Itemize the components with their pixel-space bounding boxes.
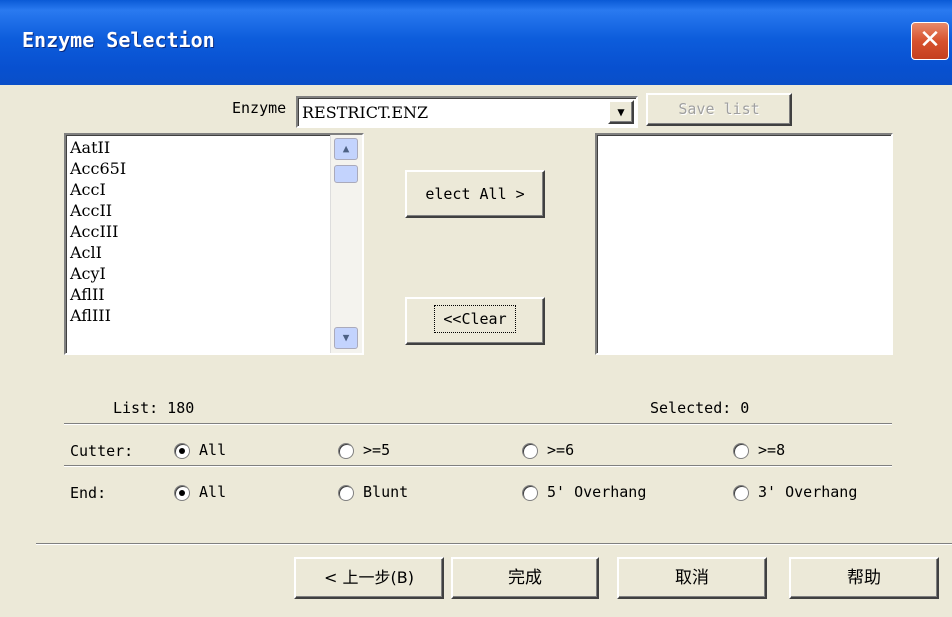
option-label: >=8 bbox=[758, 441, 786, 459]
enzyme-combobox[interactable]: RESTRICT.ENZ ▼ bbox=[296, 96, 638, 128]
save-list-button[interactable]: Save list bbox=[646, 93, 792, 126]
enzyme-items: AatII Acc65I AccI AccII AccIII AclI AcyI AflII A… bbox=[66, 137, 328, 326]
option-label: 3' Overhang bbox=[758, 483, 858, 501]
list-scrollbar[interactable]: ▲ ▼ bbox=[330, 135, 362, 353]
option-label: All bbox=[199, 483, 227, 501]
select-all-button[interactable]: elect All > bbox=[405, 170, 545, 218]
cancel-button[interactable]: 取消 bbox=[617, 557, 767, 599]
list-item[interactable]: AatII bbox=[66, 137, 328, 158]
option-label: >=6 bbox=[547, 441, 575, 459]
close-icon[interactable]: ✕ bbox=[911, 22, 949, 60]
scroll-up-icon[interactable]: ▲ bbox=[334, 138, 358, 160]
radio-button[interactable] bbox=[522, 442, 538, 459]
end-option-all[interactable]: All bbox=[174, 483, 226, 501]
cutter-option-6[interactable]: >=6 bbox=[522, 441, 574, 459]
selected-enzyme-list[interactable] bbox=[595, 133, 893, 355]
list-item[interactable]: AccI bbox=[66, 179, 328, 200]
cutter-option-all[interactable]: All bbox=[174, 441, 226, 459]
end-option-blunt[interactable]: Blunt bbox=[338, 483, 408, 501]
list-item[interactable]: AflIII bbox=[66, 305, 328, 326]
radio-button[interactable] bbox=[733, 442, 749, 459]
list-item[interactable]: AccIII bbox=[66, 221, 328, 242]
radio-button[interactable] bbox=[174, 442, 190, 459]
separator bbox=[64, 423, 892, 425]
list-count: List: 180 bbox=[113, 399, 195, 417]
list-item[interactable]: AclI bbox=[66, 242, 328, 263]
list-item[interactable]: Acc65I bbox=[66, 158, 328, 179]
list-item[interactable]: AcyI bbox=[66, 263, 328, 284]
option-label: 5' Overhang bbox=[547, 483, 647, 501]
cutter-label: Cutter: bbox=[70, 442, 134, 460]
radio-button[interactable] bbox=[174, 484, 190, 501]
list-item[interactable]: AccII bbox=[66, 200, 328, 221]
clear-button[interactable]: <<Clear bbox=[405, 297, 545, 345]
end-option-5-overhang[interactable]: 5' Overhang bbox=[522, 483, 646, 501]
option-label: >=5 bbox=[363, 441, 391, 459]
option-label: All bbox=[199, 441, 227, 459]
option-label: Blunt bbox=[363, 483, 409, 501]
finish-button[interactable]: 完成 bbox=[451, 557, 599, 599]
end-label: End: bbox=[70, 484, 107, 502]
cutter-option-5[interactable]: >=5 bbox=[338, 441, 390, 459]
radio-button[interactable] bbox=[733, 484, 749, 501]
scroll-thumb[interactable] bbox=[334, 165, 358, 183]
enzyme-label: Enzyme bbox=[232, 99, 287, 117]
radio-button[interactable] bbox=[522, 484, 538, 501]
available-enzyme-list[interactable]: AatII Acc65I AccI AccII AccIII AclI AcyI AflII A… bbox=[64, 133, 364, 355]
chevron-down-icon[interactable]: ▼ bbox=[608, 100, 634, 124]
list-item[interactable]: AflII bbox=[66, 284, 328, 305]
cutter-option-8[interactable]: >=8 bbox=[733, 441, 785, 459]
window-title: Enzyme Selection bbox=[22, 28, 215, 52]
separator bbox=[36, 543, 952, 545]
selected-count: Selected: 0 bbox=[650, 399, 750, 417]
separator bbox=[64, 465, 892, 467]
clear-button-label: <<Clear bbox=[434, 305, 516, 333]
back-button[interactable]: < 上一步(B) bbox=[294, 557, 444, 599]
end-option-3-overhang[interactable]: 3' Overhang bbox=[733, 483, 857, 501]
radio-button[interactable] bbox=[338, 442, 354, 459]
scroll-down-icon[interactable]: ▼ bbox=[334, 327, 358, 349]
enzyme-value: RESTRICT.ENZ bbox=[302, 103, 429, 122]
radio-button[interactable] bbox=[338, 484, 354, 501]
help-button[interactable]: 帮助 bbox=[789, 557, 939, 599]
